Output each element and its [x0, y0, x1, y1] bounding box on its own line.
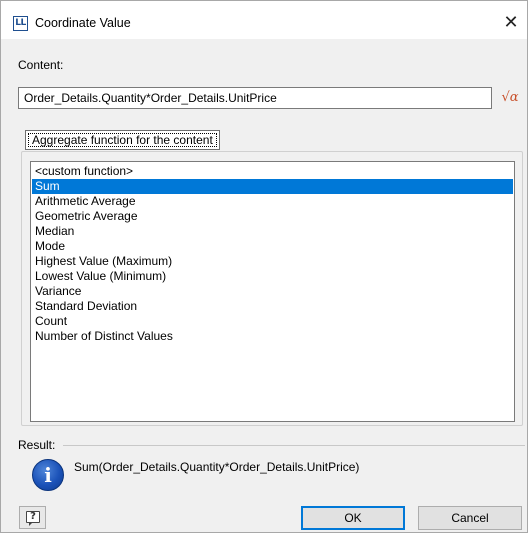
list-item[interactable]: Number of Distinct Values — [32, 329, 513, 344]
list-item[interactable]: Sum — [32, 179, 513, 194]
window-title: Coordinate Value — [35, 16, 131, 30]
result-label: Result: — [18, 438, 56, 452]
list-item[interactable]: <custom function> — [32, 164, 513, 179]
app-logo-icon: LL — [13, 16, 28, 31]
list-item[interactable]: Arithmetic Average — [32, 194, 513, 209]
list-item[interactable]: Geometric Average — [32, 209, 513, 224]
formula-icon: √α — [501, 90, 519, 105]
close-icon: ✕ — [503, 12, 519, 32]
aggregate-group-label[interactable]: Aggregate function for the content — [25, 130, 220, 150]
ok-button[interactable]: OK — [301, 506, 405, 530]
list-item[interactable]: Highest Value (Maximum) — [32, 254, 513, 269]
result-text: Sum(Order_Details.Quantity*Order_Details… — [74, 460, 360, 474]
help-button[interactable]: ? — [19, 506, 46, 529]
content-field[interactable]: Order_Details.Quantity*Order_Details.Uni… — [18, 87, 492, 109]
info-icon: i — [32, 459, 64, 491]
content-label: Content: — [18, 58, 64, 72]
coordinate-value-dialog: LL Coordinate Value ✕ Content: Order_Det… — [0, 0, 528, 533]
list-item[interactable]: Variance — [32, 284, 513, 299]
cancel-button[interactable]: Cancel — [418, 506, 522, 530]
help-icon: ? — [26, 511, 40, 526]
list-item[interactable]: Lowest Value (Minimum) — [32, 269, 513, 284]
result-divider — [63, 445, 525, 446]
list-item[interactable]: Median — [32, 224, 513, 239]
aggregate-function-list[interactable]: <custom function> Sum Arithmetic Average Ge… — [30, 161, 515, 422]
list-item[interactable]: Standard Deviation — [32, 299, 513, 314]
title-bar: LL Coordinate Value ✕ — [1, 1, 527, 39]
list-item[interactable]: Mode — [32, 239, 513, 254]
formula-wizard-button[interactable]: √α — [499, 88, 521, 108]
close-button[interactable]: ✕ — [497, 10, 525, 34]
list-item[interactable]: Count — [32, 314, 513, 329]
